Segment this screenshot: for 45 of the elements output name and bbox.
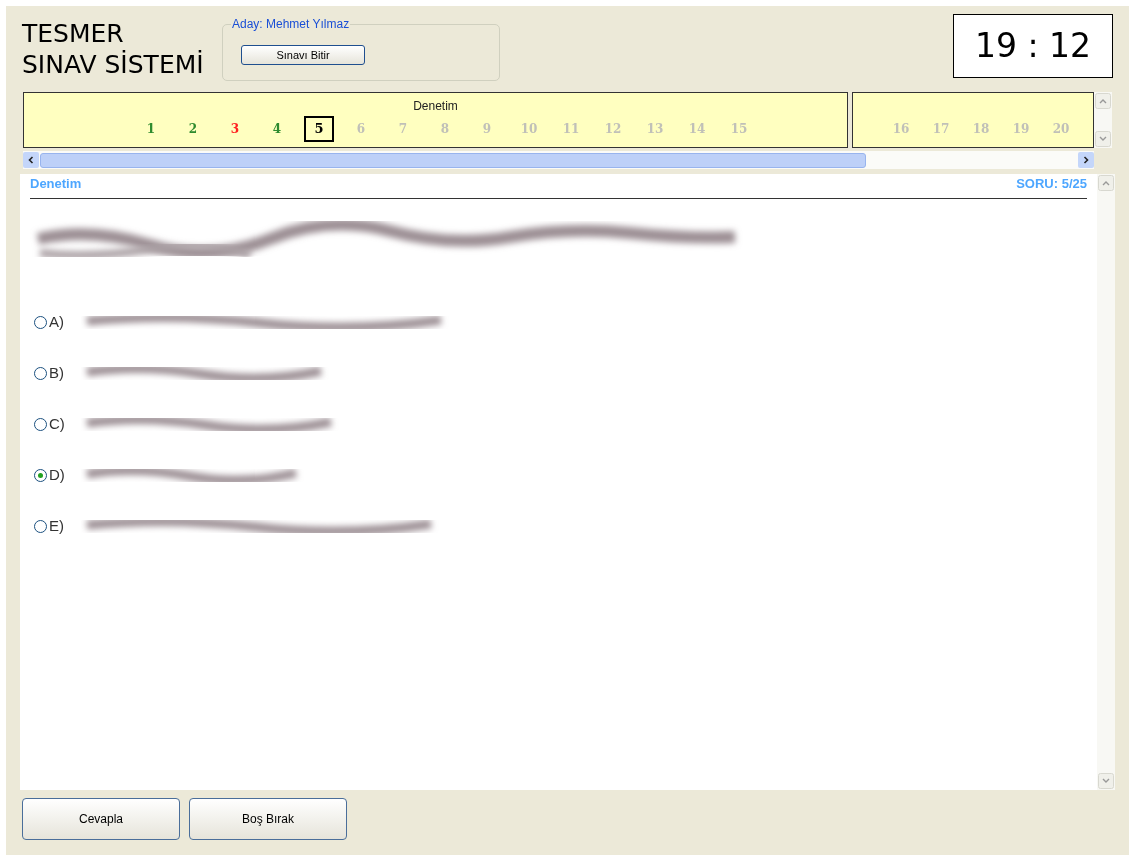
scrollbar-thumb[interactable] (40, 152, 866, 168)
candidate-label: Aday: Mehmet Yılmaz (231, 17, 351, 31)
question-number[interactable]: 20 (1052, 120, 1070, 138)
option-label: A) (49, 311, 65, 332)
question-number[interactable]: 13 (646, 120, 664, 138)
radio-button[interactable] (34, 519, 47, 533)
question-number[interactable]: 14 (688, 120, 706, 138)
option-label: E) (49, 515, 65, 536)
radio-button[interactable] (34, 468, 47, 482)
question-counter: SORU: 5/25 (1016, 174, 1087, 193)
question-number[interactable]: 10 (520, 120, 538, 138)
question-number[interactable]: 18 (972, 120, 990, 138)
question-number[interactable]: 17 (932, 120, 950, 138)
option-label: D) (49, 464, 66, 485)
finish-exam-button[interactable]: Sınavı Bitir (241, 45, 365, 65)
scroll-left-button[interactable] (23, 152, 39, 168)
question-number[interactable]: 2 (188, 120, 198, 138)
question-number[interactable]: 6 (356, 120, 366, 138)
section-title: Denetim (30, 174, 82, 193)
question-number[interactable]: 3 (230, 120, 240, 138)
radio-button[interactable] (34, 366, 47, 380)
app-title: TESMER (22, 18, 125, 49)
group-title: Denetim (413, 98, 458, 115)
chevron-left-icon (27, 156, 35, 164)
question-number[interactable]: 8 (440, 120, 450, 138)
scroll-right-button[interactable] (1078, 152, 1094, 168)
question-number[interactable]: 11 (562, 120, 580, 138)
radio-button[interactable] (34, 417, 47, 431)
option-label: C) (49, 413, 66, 434)
radio-button[interactable] (34, 315, 47, 329)
chevron-right-icon (1082, 156, 1090, 164)
action-button[interactable]: Boş Bırak (189, 798, 347, 840)
action-button[interactable]: Cevapla (22, 798, 180, 840)
question-number[interactable]: 16 (892, 120, 910, 138)
app-title: SINAV SİSTEMİ (22, 49, 205, 80)
question-number[interactable]: 4 (272, 120, 282, 138)
question-number[interactable]: 1 (146, 120, 156, 138)
question-number[interactable]: 5 (304, 116, 334, 142)
option-label: B) (49, 362, 65, 383)
question-number[interactable]: 7 (398, 120, 408, 138)
question-number[interactable]: 12 (604, 120, 622, 138)
timer-display: 19 : 12 (953, 14, 1113, 78)
question-number[interactable]: 9 (482, 120, 492, 138)
question-number[interactable]: 19 (1012, 120, 1030, 138)
question-number[interactable]: 15 (730, 120, 748, 138)
